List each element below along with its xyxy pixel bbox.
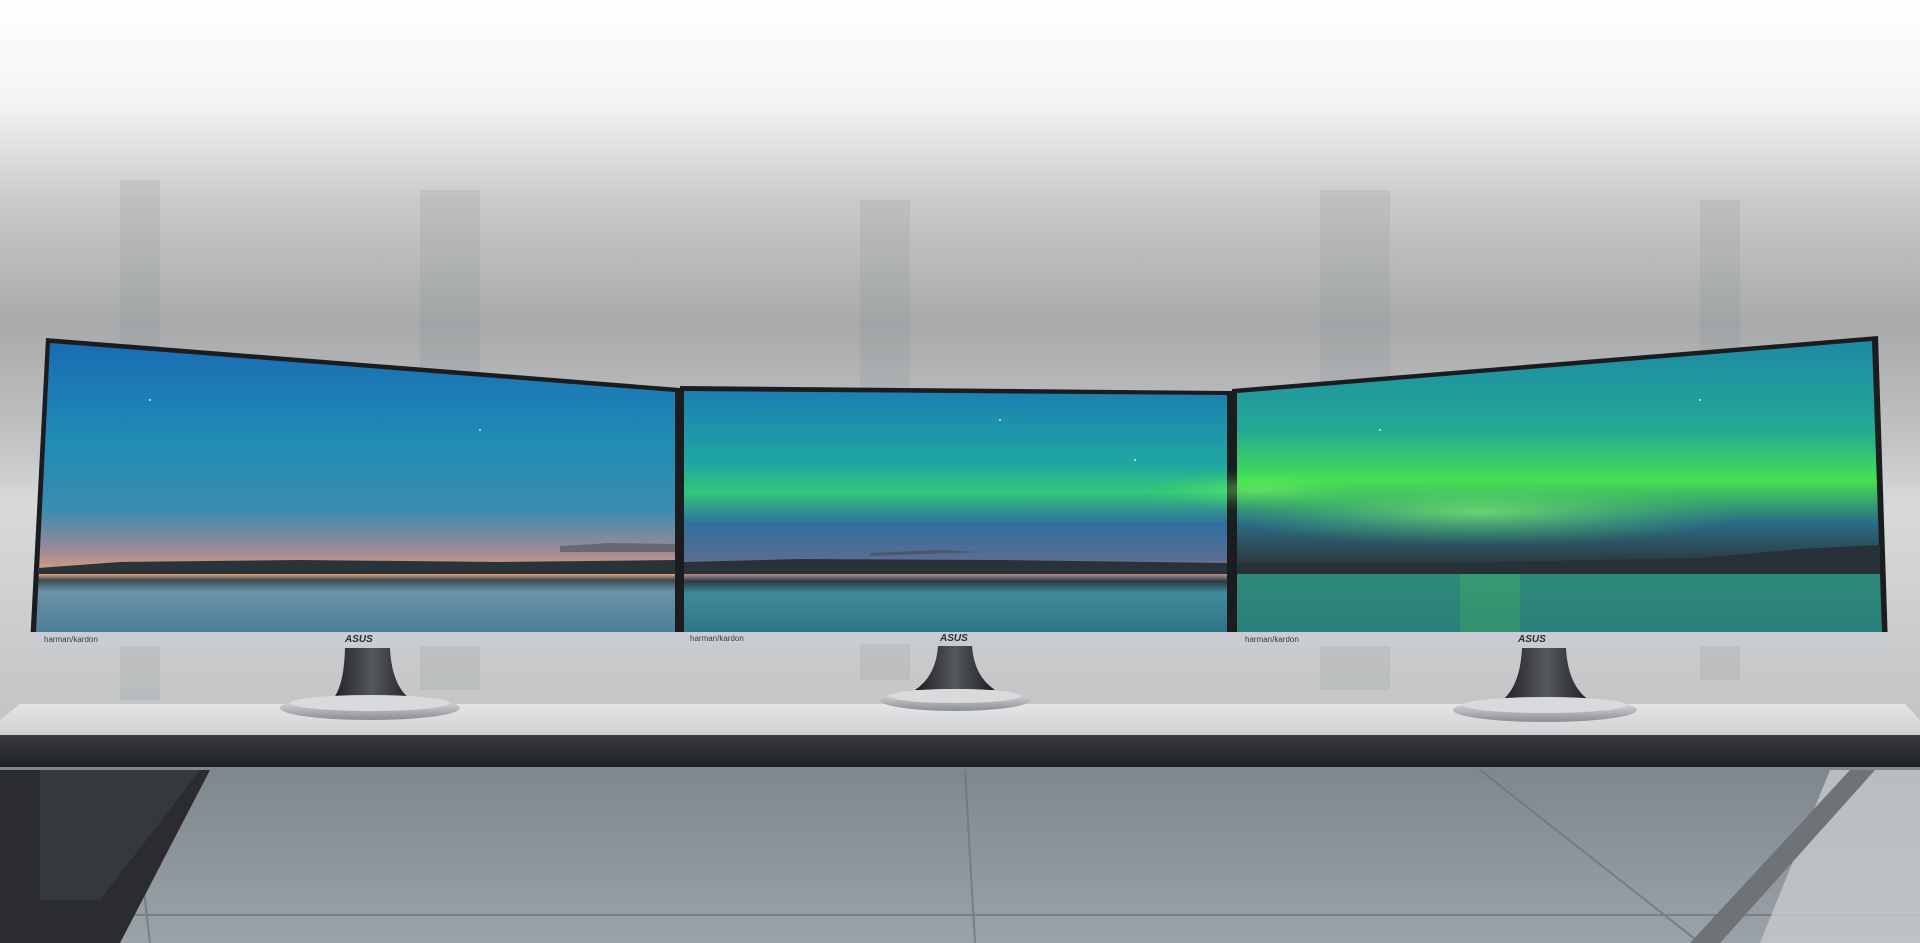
screen-left [36, 343, 675, 632]
bezel-label-center: harman/kardon [690, 634, 744, 643]
desk-edge [0, 735, 1920, 767]
scene-illustration: harman/kardon ASUS harman/kardon ASUS ha… [0, 0, 1920, 943]
screen-center [684, 391, 1227, 632]
brand-logo-left: ASUS [344, 634, 373, 645]
brand-logo-right: ASUS [1517, 634, 1546, 645]
bezel-label-right: harman/kardon [1245, 635, 1299, 644]
bezel-label-left: harman/kardon [44, 635, 98, 644]
product-scene: harman/kardon ASUS harman/kardon ASUS ha… [0, 0, 1920, 943]
brand-logo-center: ASUS [939, 633, 968, 644]
